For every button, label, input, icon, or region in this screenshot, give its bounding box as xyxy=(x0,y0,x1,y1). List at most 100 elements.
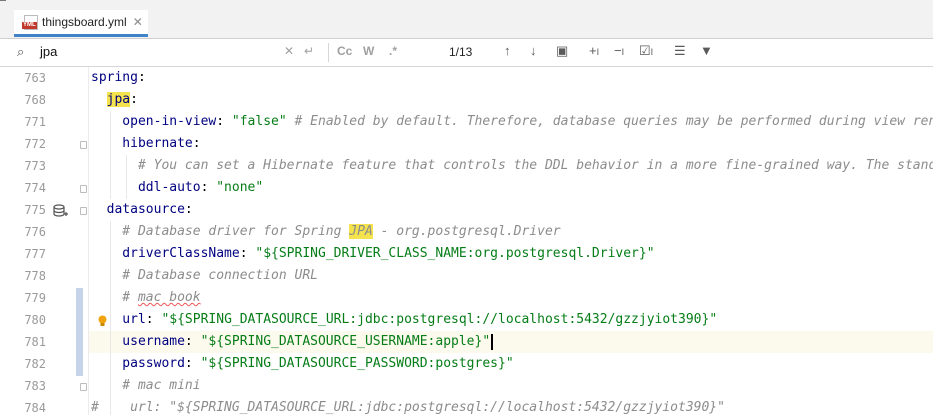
code-text[interactable]: username: "${SPRING_DATASOURCE_USERNAME:… xyxy=(91,331,494,353)
code-text[interactable]: # mac book xyxy=(91,287,201,309)
code-text[interactable]: # Database driver for Spring JPA - org.p… xyxy=(91,221,561,243)
select-all-occurrences-icon[interactable]: ☑I xyxy=(639,43,653,59)
filter-icon[interactable]: ▼ xyxy=(700,43,713,58)
line-number: 784 xyxy=(24,401,46,415)
code-token: "false" xyxy=(231,114,287,129)
next-occurrence-icon[interactable]: ↓ xyxy=(530,43,537,58)
code-text[interactable]: hibernate: xyxy=(91,133,201,155)
code-token: username xyxy=(91,334,185,349)
code-token: "${SPRING_DATASOURCE_PASSWORD:postgres}" xyxy=(200,356,514,371)
code-line[interactable]: 763 spring: xyxy=(0,67,933,89)
previous-occurrence-icon[interactable]: ↑ xyxy=(504,43,511,58)
regex-toggle[interactable]: .* xyxy=(389,44,397,58)
line-number: 775 xyxy=(24,203,46,217)
code-line[interactable]: 774 ddl-auto: "none" xyxy=(0,177,933,199)
find-in-window-icon[interactable]: ▣ xyxy=(556,43,568,59)
code-token: : xyxy=(137,70,146,85)
line-number: 780 xyxy=(24,313,46,327)
code-text[interactable]: # Database connection URL xyxy=(91,265,318,287)
new-line-icon[interactable]: ↵ xyxy=(304,44,314,58)
add-selection-icon[interactable]: +I xyxy=(589,43,599,58)
code-token: # Database driver for Spring xyxy=(91,224,350,239)
remove-selection-icon[interactable]: −I xyxy=(614,43,624,58)
search-input[interactable]: jpa xyxy=(40,44,57,59)
code-token: "${SPRING_DRIVER_CLASS_NAME:org.postgres… xyxy=(255,246,655,261)
code-token: # mac mini xyxy=(91,378,201,393)
code-token: : xyxy=(200,180,217,195)
code-token: hibernate xyxy=(91,136,193,151)
match-case-toggle[interactable]: Cc xyxy=(337,44,352,58)
code-line[interactable]: 784 # url: "${SPRING_DATASOURCE_URL:jdbc:… xyxy=(0,397,933,419)
code-line[interactable]: 768 jpa: xyxy=(0,89,933,111)
code-line[interactable]: 777 driverClassName: "${SPRING_DRIVER_CL… xyxy=(0,243,933,265)
line-number: 763 xyxy=(24,71,46,85)
code-text[interactable]: # You can set a Hibernate feature that c… xyxy=(91,155,933,177)
code-token: spring xyxy=(91,70,138,85)
code-line[interactable]: 782 password: "${SPRING_DATASOURCE_PASSW… xyxy=(0,353,933,375)
line-number: 768 xyxy=(24,93,46,107)
match-count: 1/13 xyxy=(449,45,473,59)
code-text[interactable]: password: "${SPRING_DATASOURCE_PASSWORD:… xyxy=(91,353,514,375)
code-line[interactable]: 773 # You can set a Hibernate feature th… xyxy=(0,155,933,177)
tab-label: thingsboard.yml xyxy=(42,15,127,29)
code-token: : xyxy=(239,246,256,261)
code-line[interactable]: 771 open-in-view: "false" # Enabled by d… xyxy=(0,111,933,133)
code-line[interactable]: 779 # mac book xyxy=(0,287,933,309)
divider xyxy=(328,43,329,62)
tab-thingsboard-yml[interactable]: YML thingsboard.yml ✕ xyxy=(14,10,148,37)
code-token: # You can set a Hibernate feature that c… xyxy=(91,158,933,173)
code-token: : xyxy=(184,356,201,371)
line-number: 781 xyxy=(24,335,46,349)
yml-file-icon: YML xyxy=(22,14,38,30)
code-token: mac book xyxy=(137,290,201,305)
code-token: : xyxy=(192,136,201,151)
fold-marker-icon[interactable] xyxy=(80,141,87,149)
words-toggle[interactable]: W xyxy=(363,44,374,58)
search-icon[interactable]: ⌕ xyxy=(17,44,24,60)
search-match: JPA xyxy=(349,224,373,239)
code-line[interactable]: 778 # Database connection URL xyxy=(0,265,933,287)
fold-marker-icon[interactable] xyxy=(80,383,87,391)
code-token: # xyxy=(91,290,138,305)
code-token: "${SPRING_DATASOURCE_USERNAME:apple}" xyxy=(200,334,491,349)
database-icon[interactable] xyxy=(53,204,69,221)
code-text[interactable]: # url: "${SPRING_DATASOURCE_URL:jdbc:pos… xyxy=(91,397,725,419)
code-text[interactable]: jpa: xyxy=(91,89,138,111)
code-token: : xyxy=(145,312,162,327)
code-line[interactable]: 776 # Database driver for Spring JPA - o… xyxy=(0,221,933,243)
code-token: "${SPRING_DATASOURCE_URL:jdbc:postgresql… xyxy=(161,312,718,327)
lightbulb-icon[interactable] xyxy=(98,312,107,326)
close-icon[interactable]: ✕ xyxy=(133,15,143,29)
code-token: ddl-auto xyxy=(91,180,201,195)
code-text[interactable]: open-in-view: "false" # Enabled by defau… xyxy=(91,111,933,133)
code-token: datasource xyxy=(91,202,185,217)
code-text[interactable]: driverClassName: "${SPRING_DRIVER_CLASS_… xyxy=(91,243,655,265)
line-number: 771 xyxy=(24,115,46,129)
code-line[interactable]: 783 # mac mini xyxy=(0,375,933,397)
code-token: # Enabled by default. Therefore, databas… xyxy=(286,114,933,129)
fold-marker-icon[interactable] xyxy=(80,207,87,215)
code-text[interactable]: ddl-auto: "none" xyxy=(91,177,263,199)
line-number: 773 xyxy=(24,159,46,173)
text-caret xyxy=(491,333,494,350)
code-text[interactable]: url: "${SPRING_DATASOURCE_URL:jdbc:postg… xyxy=(91,309,717,331)
code-line[interactable]: 775 datasource: xyxy=(0,199,933,221)
code-text[interactable]: # mac mini xyxy=(91,375,201,397)
fold-marker-icon[interactable] xyxy=(80,185,87,193)
code-line[interactable]: 781 username: "${SPRING_DATASOURCE_USERN… xyxy=(0,331,933,353)
code-token: : xyxy=(184,334,201,349)
find-bar: ⌕ jpa ✕ ↵ Cc W .* 1/13 ↑ ↓ ▣ +I −I ☑I ☰ … xyxy=(0,39,933,67)
code-token: : xyxy=(184,202,193,217)
code-line[interactable]: 780 url: "${SPRING_DATASOURCE_URL:jdbc:p… xyxy=(0,309,933,331)
show-filter-popup-icon[interactable]: ☰ xyxy=(674,43,686,59)
collapse-icon[interactable] xyxy=(0,0,6,1)
line-number: 777 xyxy=(24,247,46,261)
code-token: - org.postgresql.Driver xyxy=(372,224,561,239)
code-text[interactable]: datasource: xyxy=(91,199,193,221)
editor-tab-bar: YML thingsboard.yml ✕ xyxy=(0,10,933,39)
code-line[interactable]: 772 hibernate: xyxy=(0,133,933,155)
clear-icon[interactable]: ✕ xyxy=(284,44,294,58)
code-text[interactable]: spring: xyxy=(91,67,146,89)
line-number: 772 xyxy=(24,137,46,151)
